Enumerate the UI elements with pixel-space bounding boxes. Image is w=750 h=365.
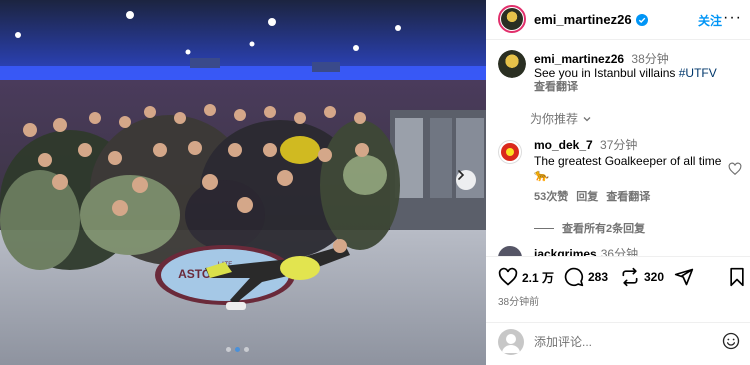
comment-body: mo_dek_7 37分钟 The greatest Goalkeeper of… (534, 138, 730, 204)
carousel-next-button[interactable] (456, 170, 476, 190)
comment-count: 283 (588, 270, 609, 284)
comment-translate-link[interactable]: 查看翻译 (606, 190, 650, 204)
share-button[interactable] (674, 267, 694, 287)
add-comment-bar (486, 322, 750, 365)
author-username-row: emi_martinez26 (534, 12, 648, 27)
default-user-icon (502, 334, 520, 353)
view-replies-link[interactable]: 查看所有2条回复 (534, 220, 645, 236)
caption-body: emi_martinez26 38分钟 See you in Istanbul … (534, 52, 746, 94)
celebration-photo: LATE ASTON VILLA (0, 0, 486, 365)
viewer-avatar (498, 329, 524, 355)
club-crest-icon (501, 143, 519, 161)
add-comment-input[interactable] (534, 333, 714, 351)
action-bar: 2.1 万 283 320 38分钟前 (486, 256, 750, 308)
replies-divider (534, 227, 554, 229)
like-button[interactable]: 2.1 万 (498, 267, 554, 287)
comment-username[interactable]: mo_dek_7 (534, 138, 593, 152)
share-icon (674, 268, 694, 286)
comment-like-heart-icon[interactable] (728, 162, 742, 176)
comment-item-partial: jackgrimes 36分钟 (498, 244, 746, 256)
post-side-panel: emi_martinez26 关注 ··· emi_martinez26 38分… (486, 0, 750, 365)
repost-count: 320 (644, 270, 665, 284)
comment-text: The greatest Goalkeeper of all time 🐆 (534, 154, 722, 182)
verified-icon (635, 13, 648, 26)
recommended-label: 为你推荐 (530, 112, 579, 126)
repost-icon (622, 267, 638, 287)
comment-header: jackgrimes 36分钟 (534, 245, 638, 256)
carousel-dots (226, 347, 249, 352)
caption-username[interactable]: emi_martinez26 (534, 52, 624, 66)
save-button[interactable] (728, 267, 746, 287)
comment-time: 36分钟 (600, 247, 639, 256)
caption-avatar[interactable] (498, 50, 526, 78)
caption-text: See you in Istanbul villains (534, 66, 679, 80)
comment-time: 37分钟 (600, 138, 638, 152)
comment-icon (564, 267, 584, 287)
author-avatar[interactable] (498, 5, 526, 33)
chevron-down-icon (583, 116, 591, 121)
comment-likes[interactable]: 53次赞 (534, 190, 568, 204)
carousel-dot (244, 347, 249, 352)
caption-translate-link[interactable]: 查看翻译 (534, 80, 746, 94)
recommended-toggle[interactable]: 为你推荐 (530, 110, 592, 127)
instagram-post: LATE ASTON VILLA emi_martinez26 (0, 0, 750, 365)
emoji-icon[interactable] (722, 332, 740, 350)
view-replies-label: 查看所有2条回复 (562, 223, 646, 235)
author-username[interactable]: emi_martinez26 (534, 12, 632, 27)
post-header: emi_martinez26 关注 ··· (486, 0, 750, 40)
post-photo[interactable]: LATE ASTON VILLA (0, 0, 486, 365)
comment-username[interactable]: jackgrimes (534, 247, 597, 256)
carousel-dot (226, 347, 231, 352)
follow-button[interactable]: 关注 (698, 12, 722, 29)
comment-reply-button[interactable]: 回复 (576, 190, 598, 204)
comment-meta: 53次赞 回复 查看翻译 (534, 190, 730, 204)
more-options-button[interactable]: ··· (723, 9, 742, 27)
caption-time: 38分钟 (631, 52, 669, 66)
chevron-right-icon (458, 170, 465, 180)
repost-button[interactable]: 320 (620, 267, 664, 287)
comment-button[interactable]: 283 (564, 267, 608, 287)
heart-icon (498, 267, 518, 286)
posted-time: 38分钟前 (498, 297, 540, 308)
commenter-avatar[interactable] (498, 246, 522, 256)
bookmark-icon (730, 267, 744, 287)
commenter-avatar[interactable] (498, 140, 522, 164)
carousel-dot-active (235, 347, 240, 352)
like-count: 2.1 万 (522, 270, 555, 285)
caption-hashtag[interactable]: #UTFV (679, 66, 717, 80)
